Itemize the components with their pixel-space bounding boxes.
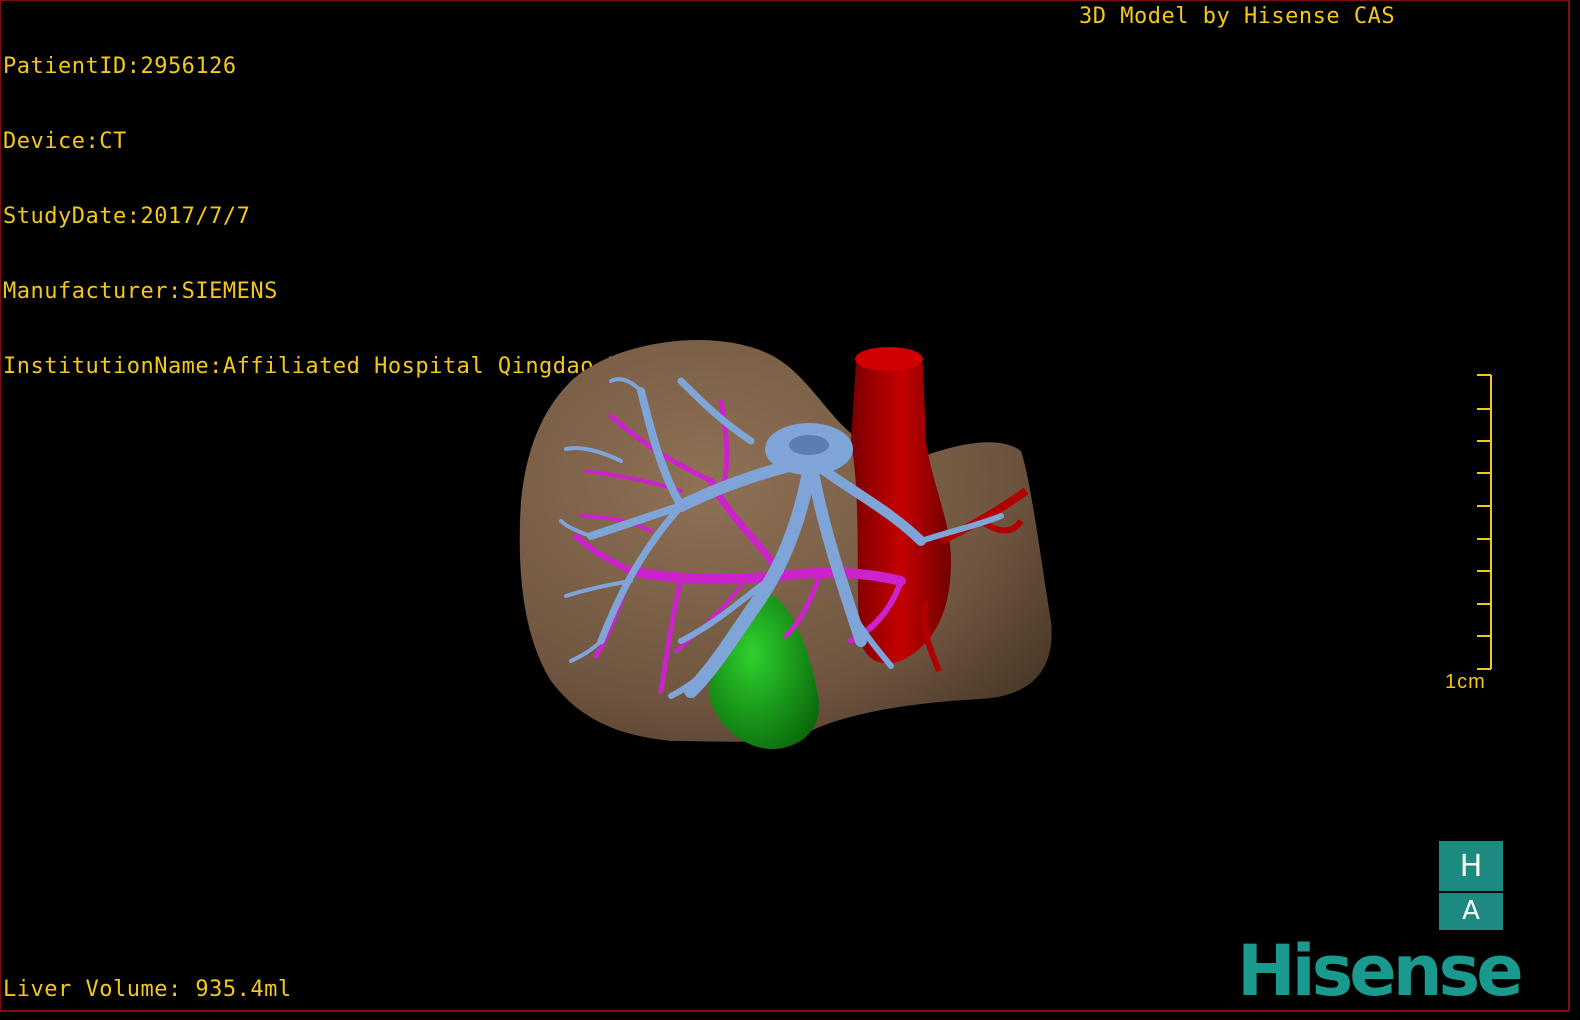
study-date-text: StudyDate:2017/7/7 — [3, 204, 251, 229]
patient-id-text: PatientID:2956126 — [3, 54, 237, 79]
hisense-logo: Hisense — [1237, 930, 1524, 1012]
manufacturer-text: Manufacturer:SIEMENS — [3, 279, 278, 304]
liver-3d-model[interactable] — [481, 321, 1101, 781]
scale-ruler — [1477, 374, 1492, 670]
ha-badge-icon: H A — [1439, 841, 1503, 930]
model-brand-text: 3D Model by Hisense CAS — [1079, 4, 1396, 29]
ha-badge-bottom: A — [1439, 891, 1503, 930]
liver-volume-text: Liver Volume: 935.4ml — [3, 977, 292, 1002]
ha-badge-top: H — [1439, 841, 1503, 891]
3d-viewport[interactable]: PatientID:2956126 Device:CT StudyDate:20… — [0, 0, 1570, 1012]
device-text: Device:CT — [3, 129, 127, 154]
scale-label: 1cm — [1445, 671, 1486, 693]
